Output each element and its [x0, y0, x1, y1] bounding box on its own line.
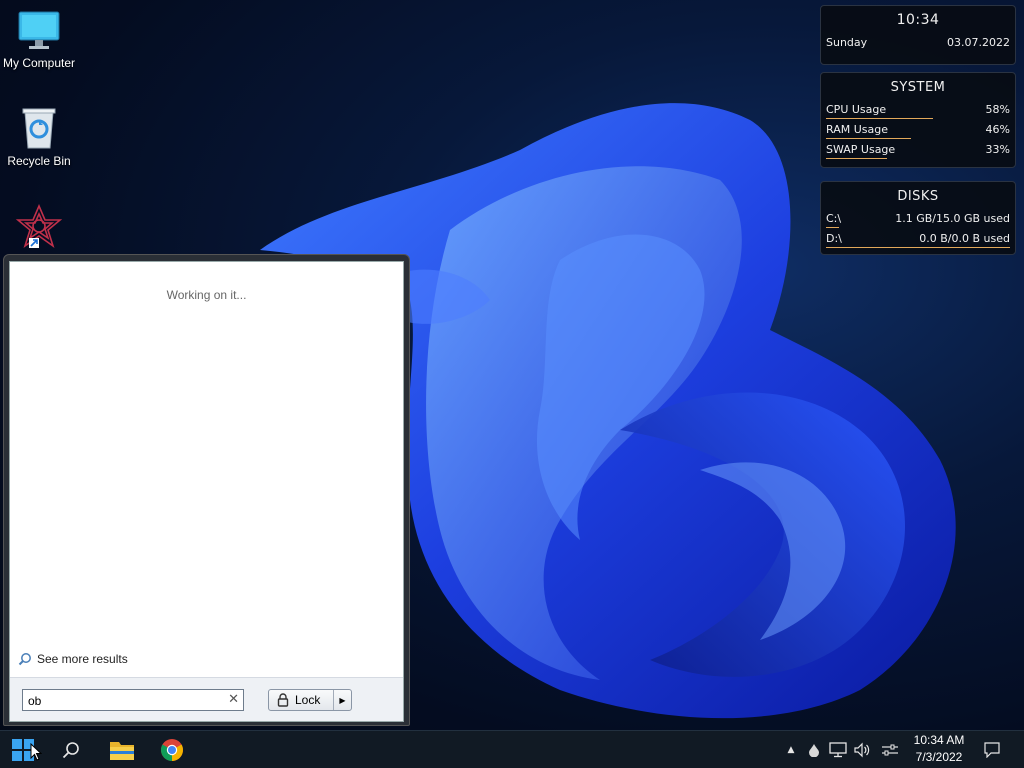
ram-usage-row: RAM Usage 46% — [821, 121, 1015, 141]
chrome-button[interactable] — [149, 731, 195, 768]
tray-app-button[interactable] — [803, 731, 825, 768]
lock-button[interactable]: Lock — [269, 690, 333, 710]
widget-day: Sunday — [826, 36, 868, 49]
disks-widget: DISKS C:\ 1.1 GB/15.0 GB used D:\ 0.0 B/… — [820, 181, 1016, 255]
padlock-icon — [277, 693, 289, 707]
desktop-icon-label: My Computer — [2, 56, 76, 70]
volume-button[interactable] — [851, 731, 873, 768]
taskbar-date: 7/3/2022 — [915, 750, 963, 764]
swap-usage-value: 33% — [985, 143, 1010, 156]
disk-c-value: 1.1 GB/15.0 GB used — [895, 212, 1010, 225]
cpu-usage-value: 58% — [985, 103, 1010, 116]
system-widget-title: SYSTEM — [890, 80, 946, 95]
clear-search-icon[interactable]: ✕ — [228, 692, 239, 707]
see-more-results-label: See more results — [37, 652, 128, 666]
recycle-bin-icon — [22, 108, 56, 149]
droplet-icon — [809, 744, 819, 757]
start-search-input[interactable] — [23, 691, 213, 711]
lock-split-button[interactable]: Lock ▶ — [268, 689, 352, 711]
network-button[interactable] — [827, 731, 849, 768]
notification-icon — [984, 742, 1000, 758]
system-widget: SYSTEM CPU Usage 58% RAM Usage 46% SWAP … — [820, 72, 1016, 168]
magnifier-icon — [18, 653, 31, 666]
taskbar-search-button[interactable] — [48, 731, 94, 768]
start-menu-footer: ✕ Lock ▶ — [10, 677, 403, 721]
widget-time: 10:34 — [896, 12, 940, 28]
start-menu: Working on it... See more results ✕ Lock — [3, 254, 410, 726]
settings-tray-button[interactable] — [879, 731, 901, 768]
settings-sliders-icon — [882, 744, 898, 756]
see-more-results-link[interactable]: See more results — [18, 652, 128, 666]
chrome-icon — [161, 739, 183, 761]
file-explorer-button[interactable] — [99, 731, 145, 768]
show-hidden-icons-button[interactable]: ▲ — [780, 731, 802, 768]
file-explorer-icon — [110, 742, 134, 760]
disk-c-row: C:\ 1.1 GB/15.0 GB used — [821, 210, 1015, 230]
start-search-box[interactable]: ✕ — [22, 689, 244, 711]
cpu-usage-row: CPU Usage 58% — [821, 101, 1015, 121]
widget-date: 03.07.2022 — [947, 36, 1010, 49]
clock-widget: 10:34 Sunday 03.07.2022 — [820, 5, 1016, 65]
taskbar-time: 10:34 AM — [913, 733, 965, 747]
monitor-icon — [18, 11, 60, 49]
disks-widget-title: DISKS — [897, 189, 939, 204]
desktop-icon-recycle-bin[interactable]: Recycle Bin — [0, 106, 79, 168]
start-menu-results-pane: Working on it... See more results ✕ Lock — [9, 261, 404, 722]
notifications-button[interactable] — [980, 731, 1004, 768]
desktop-icon-label: Recycle Bin — [7, 154, 71, 168]
disk-c-bar — [826, 227, 839, 228]
taskbar: ▲ 10:34 AM 7/3/2022 — [0, 730, 1024, 768]
triangle-right-icon: ▶ — [339, 695, 346, 705]
taskbar-clock[interactable]: 10:34 AM 7/3/2022 — [906, 732, 972, 766]
network-icon — [829, 742, 847, 758]
volume-icon — [854, 742, 870, 758]
disk-d-row: D:\ 0.0 B/0.0 B used — [821, 230, 1015, 250]
lock-button-label: Lock — [295, 693, 321, 707]
disk-d-bar — [826, 247, 1010, 248]
search-status-text: Working on it... — [166, 288, 247, 302]
swap-usage-bar — [826, 158, 887, 159]
desktop-icon-app-shortcut[interactable] — [0, 204, 79, 252]
ram-usage-bar — [826, 138, 911, 139]
mouse-cursor-icon — [30, 743, 42, 761]
desktop-icon-my-computer[interactable]: My Computer — [0, 10, 79, 70]
chevron-up-icon: ▲ — [787, 745, 795, 755]
cpu-usage-bar — [826, 118, 933, 119]
ram-usage-value: 46% — [985, 123, 1010, 136]
start-button[interactable] — [0, 731, 46, 768]
power-options-arrow[interactable]: ▶ — [333, 690, 351, 710]
app-shortcut-icon — [15, 204, 63, 249]
swap-usage-row: SWAP Usage 33% — [821, 141, 1015, 161]
search-icon — [62, 742, 79, 759]
